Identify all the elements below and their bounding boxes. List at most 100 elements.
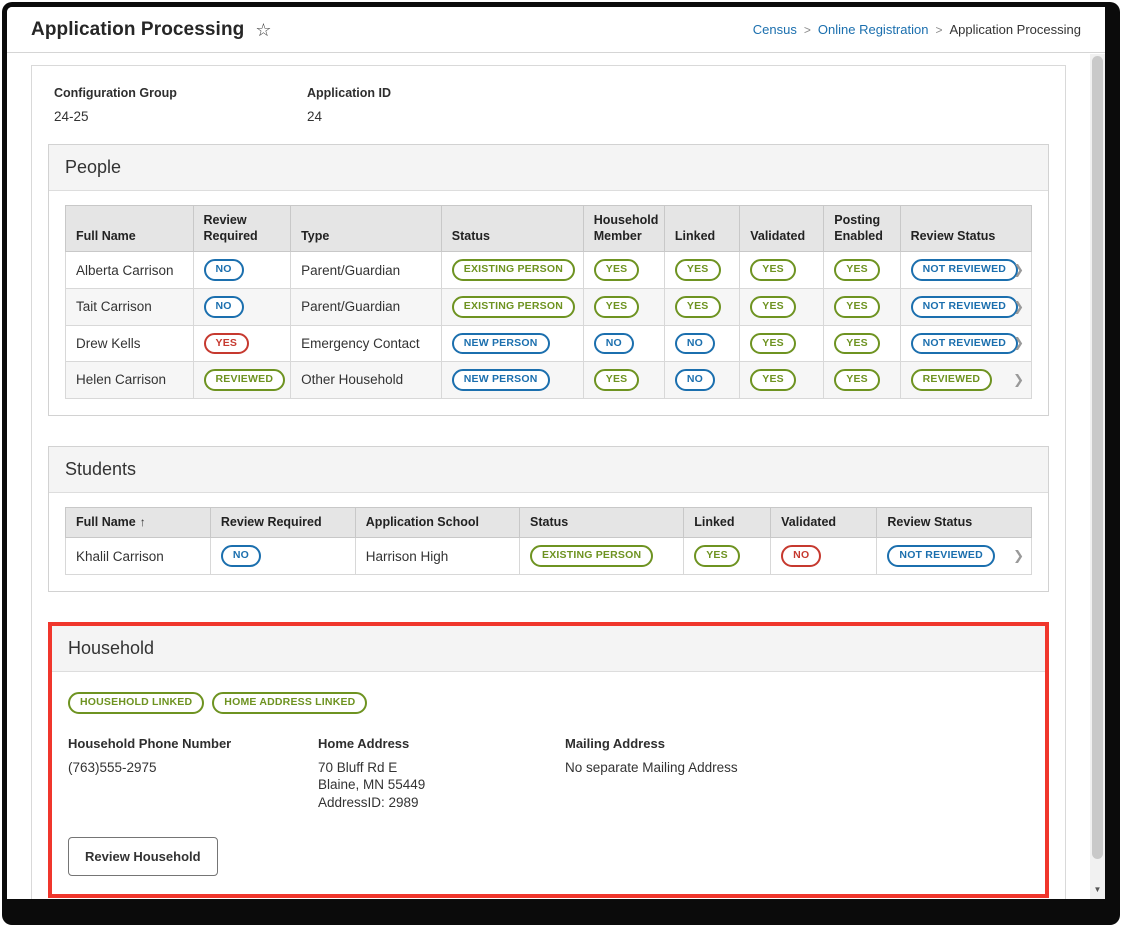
home-address-field: Home Address 70 Bluff Rd E Blaine, MN 55… (318, 736, 565, 812)
col-review-status: Review Status (876, 506, 1032, 539)
cell-status: EXISTING PERSON (518, 537, 685, 576)
validated-pill: NO (781, 545, 822, 568)
cell-validated: NO (770, 537, 878, 576)
cell-linked: NO (663, 361, 741, 399)
col-posting-enabled: Posting Enabled (823, 204, 901, 253)
posting-enabled-pill: YES (834, 369, 880, 391)
validated-pill: YES (750, 332, 796, 355)
scroll-down-arrow-icon[interactable]: ▼ (1090, 881, 1105, 897)
col-application-school: Application School (354, 506, 521, 539)
review-status-pill: REVIEWED (910, 369, 993, 391)
validated-pill: YES (750, 259, 796, 281)
household-details: Household Phone Number (763)555-2975 Hom… (68, 736, 1029, 812)
people-header-row: Full Name Review Required Type Status Ho… (65, 204, 1033, 253)
col-linked: Linked (683, 506, 772, 539)
home-address-line-2: Blaine, MN 55449 (318, 777, 426, 793)
breadcrumb-online-registration[interactable]: Online Registration (818, 22, 929, 37)
cell-review-status: NOT REVIEWED ❯ (876, 537, 1032, 576)
col-validated: Validated (770, 506, 878, 539)
cell-linked: NO (663, 324, 741, 363)
scrollbar-thumb[interactable] (1092, 56, 1103, 859)
cell-review-status: NOT REVIEWED ❯ (899, 287, 1033, 326)
cell-review-required: REVIEWED (192, 361, 292, 399)
person-name: Alberta Carrison (65, 251, 194, 289)
cell-review-status: REVIEWED ❯ (899, 361, 1033, 399)
breadcrumb-separator-icon: > (803, 22, 811, 37)
favorite-star-icon[interactable]: ☆ (255, 21, 271, 39)
household-phone-label: Household Phone Number (68, 735, 232, 751)
application-processing-page: Application Processing ☆ Census > Online… (7, 7, 1105, 899)
household-section-body: HOUSEHOLD LINKED HOME ADDRESS LINKED Hou… (52, 672, 1045, 894)
cell-linked: YES (683, 537, 772, 576)
cell-review-required: YES (192, 324, 292, 363)
title-wrap: Application Processing ☆ (31, 19, 272, 41)
review-required-pill: REVIEWED (203, 369, 286, 391)
col-status: Status (440, 204, 584, 253)
breadcrumb: Census > Online Registration > Applicati… (753, 22, 1081, 37)
household-member-pill: YES (593, 259, 640, 281)
vertical-scrollbar[interactable]: ▼ (1090, 54, 1105, 899)
student-row: Khalil Carrison NO Harrison High EXISTIN… (65, 537, 1032, 576)
col-full-name-sortable[interactable]: Full Name ↑ (65, 506, 211, 539)
cell-linked: YES (663, 251, 741, 289)
person-name: Drew Kells (65, 324, 194, 363)
review-required-pill: NO (203, 295, 244, 318)
linked-pill: YES (674, 295, 721, 318)
cell-household-member: NO (582, 324, 665, 363)
review-status-pill: NOT REVIEWED (910, 332, 1019, 355)
people-section-body: Full Name Review Required Type Status Ho… (49, 191, 1048, 415)
student-name: Khalil Carrison (65, 537, 211, 576)
people-row: Tait Carrison NO Parent/Guardian EXISTIN… (65, 287, 1033, 326)
cell-status: NEW PERSON (440, 324, 584, 363)
validated-pill: YES (750, 295, 796, 318)
household-section: Household HOUSEHOLD LINKED HOME ADDRESS … (48, 622, 1049, 899)
cell-posting-enabled: YES (823, 251, 901, 289)
cell-validated: YES (739, 361, 825, 399)
application-id-value: 24 (307, 109, 323, 124)
page-header: Application Processing ☆ Census > Online… (7, 7, 1105, 53)
students-section: Students Full Name ↑ Review Required App… (48, 445, 1049, 593)
cell-application-school: Harrison High (354, 537, 521, 576)
people-row: Alberta Carrison NO Parent/Guardian EXIS… (65, 251, 1033, 289)
cell-type: Emergency Contact (290, 324, 442, 363)
people-row: Drew Kells YES Emergency Contact NEW PER… (65, 324, 1033, 363)
people-section-title: People (49, 145, 1048, 191)
col-review-required: Review Required (209, 506, 356, 539)
status-pill: EXISTING PERSON (530, 545, 654, 568)
cell-household-member: YES (582, 287, 665, 326)
person-name: Helen Carrison (65, 361, 194, 399)
household-linked-badge: HOUSEHOLD LINKED (68, 692, 205, 714)
cell-type: Parent/Guardian (290, 287, 442, 326)
cell-linked: YES (663, 287, 741, 326)
col-status: Status (518, 506, 685, 539)
screenshot-frame: Application Processing ☆ Census > Online… (2, 2, 1120, 925)
page-title: Application Processing (31, 18, 245, 40)
chevron-right-icon[interactable]: ❯ (1013, 299, 1024, 315)
validated-pill: YES (750, 369, 796, 391)
application-id-field: Application ID 24 (307, 86, 560, 124)
chevron-right-icon[interactable]: ❯ (1013, 262, 1024, 278)
cell-status: EXISTING PERSON (440, 287, 584, 326)
home-address-line-1: 70 Bluff Rd E (318, 759, 398, 775)
linked-pill: NO (674, 332, 716, 355)
status-pill: EXISTING PERSON (451, 295, 576, 318)
breadcrumb-census[interactable]: Census (753, 22, 797, 37)
review-household-button[interactable]: Review Household (68, 837, 218, 877)
configuration-group-field: Configuration Group 24-25 (54, 86, 307, 124)
posting-enabled-pill: YES (834, 295, 880, 318)
breadcrumb-separator-icon: > (935, 22, 943, 37)
chevron-right-icon[interactable]: ❯ (1013, 548, 1024, 564)
col-type: Type (290, 204, 442, 253)
person-name: Tait Carrison (65, 287, 194, 326)
cell-household-member: YES (582, 361, 665, 399)
mailing-address-label: Mailing Address (565, 735, 665, 751)
application-id-label: Application ID (307, 86, 392, 100)
mailing-address-value: No separate Mailing Address (565, 759, 738, 775)
linked-pill: YES (694, 545, 740, 568)
status-pill: EXISTING PERSON (451, 259, 576, 281)
home-address-line-3: AddressID: 2989 (318, 794, 419, 810)
chevron-right-icon[interactable]: ❯ (1013, 335, 1024, 351)
col-linked: Linked (663, 204, 741, 253)
chevron-right-icon[interactable]: ❯ (1013, 372, 1024, 388)
application-meta: Configuration Group 24-25 Application ID… (48, 82, 1049, 124)
